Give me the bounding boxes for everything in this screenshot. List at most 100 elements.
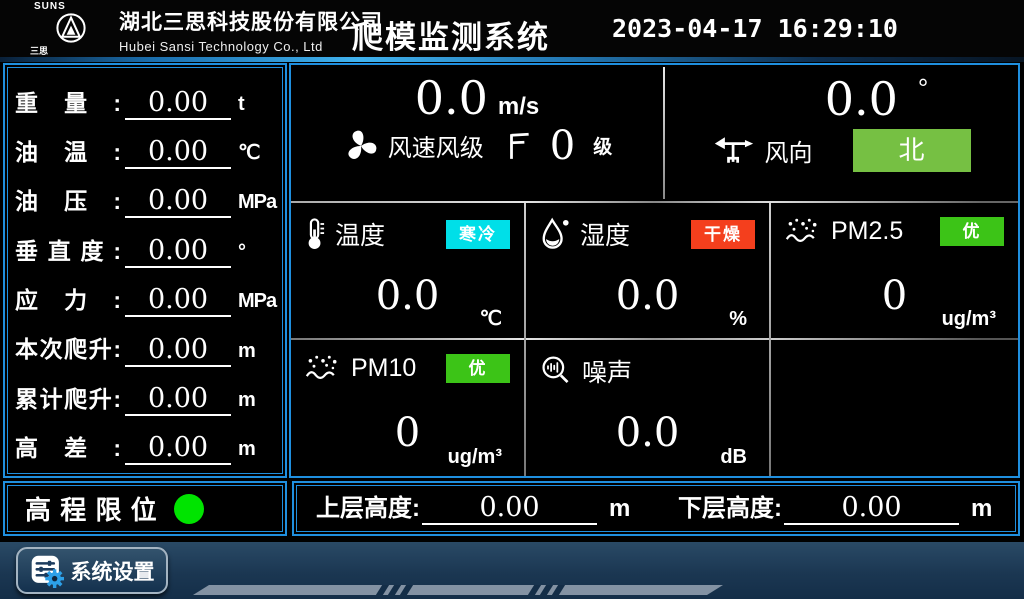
stripe-slash (376, 585, 389, 595)
temperature-label: 温度 (335, 216, 385, 252)
sidebar-row-oil-temp: 油 温 : 0.00 ℃ (15, 125, 273, 169)
wind-compass-badge: 北 (853, 129, 971, 172)
pm10-unit: ug/m³ (448, 446, 502, 469)
wind-speed-reading: 0.0 m/s (291, 73, 663, 124)
company-logo-icon (54, 12, 88, 44)
droplet-icon (540, 217, 570, 251)
upper-height-unit: m (609, 495, 630, 525)
wind-speed-value: 0.0 (415, 71, 488, 125)
humidity-cell: 湿度 干燥 0.0 % (526, 203, 769, 338)
temperature-cell: 温度 寒冷 0.0 ℃ (291, 203, 524, 338)
company-logo: SUNS 三思 (26, 1, 116, 57)
wind-speed-unit: m/s (498, 93, 539, 120)
row-unit: t (231, 93, 273, 120)
temperature-unit: ℃ (480, 306, 502, 331)
pm25-cell: PM2.5 优 0 ug/m³ (771, 203, 1018, 338)
row-label: 高 差 : (15, 436, 121, 465)
pm25-status-badge: 优 (940, 217, 1004, 246)
noise-meter-icon (540, 355, 572, 387)
row-value: 0.00 (125, 136, 231, 169)
noise-unit: dB (720, 446, 747, 469)
empty-cell (771, 340, 1018, 476)
header-divider-line (0, 57, 1024, 62)
pm25-header: PM2.5 优 (785, 216, 1004, 246)
sidebar-row-stress: 应 力 : 0.00 MPa (15, 273, 273, 317)
row-value: 0.00 (125, 284, 231, 317)
humidity-label: 湿度 (580, 216, 630, 252)
temperature-status-badge: 寒冷 (446, 220, 510, 249)
stripe-slash (552, 585, 565, 595)
thermometer-icon (305, 217, 325, 251)
row-label: 垂直度: (15, 239, 121, 268)
wind-direction-unit: ° (918, 73, 928, 103)
header: SUNS 三思 湖北三思科技股份有限公司 Hubei Sansi Technol… (0, 0, 1024, 57)
footer-stripe-decoration (193, 585, 723, 595)
sidebar-row-verticality: 垂直度: 0.00 ° (15, 224, 273, 268)
stripe-slash (400, 585, 413, 595)
layer-height-box: 上层高度: 0.00 m 下层高度: 0.00 m (292, 481, 1020, 536)
elevation-limit-status-indicator (174, 494, 204, 524)
wind-direction-cell: 0.0 ° 风向 北 (665, 65, 1018, 201)
sidebar-row-height-diff: 高 差 : 0.00 m (15, 421, 273, 465)
fan-icon (342, 127, 380, 165)
company-name-cn: 湖北三思科技股份有限公司 (119, 6, 383, 36)
stripe-slash (540, 585, 553, 595)
sidebar-row-current-climb: 本次爬升: 0.00 m (15, 323, 273, 367)
wind-vane-icon (713, 134, 755, 166)
wind-level-flag-icon (506, 131, 532, 161)
temperature-header: 温度 寒冷 (305, 216, 510, 252)
sidebar-row-weight: 重 量 : 0.00 t (15, 76, 273, 120)
lower-height-unit: m (971, 495, 992, 525)
humidity-status-badge: 干燥 (691, 220, 755, 249)
noise-cell: 噪声 0.0 dB (526, 340, 769, 476)
company-name-en: Hubei Sansi Technology Co., Ltd (119, 39, 383, 54)
stripe-slash (388, 585, 401, 595)
row-unit: MPa (231, 191, 273, 218)
humidity-unit: % (729, 308, 747, 331)
monitor-screen: SUNS 三思 湖北三思科技股份有限公司 Hubei Sansi Technol… (0, 0, 1024, 599)
wind-direction-label: 风向 (765, 133, 813, 168)
row-value: 0.00 (125, 185, 231, 218)
wind-level-unit: 级 (593, 132, 612, 159)
system-settings-button[interactable]: 系统设置 (16, 547, 168, 594)
wind-direction-row: 风向 北 (665, 129, 1018, 172)
elevation-limit-box: 高 程 限 位 (3, 481, 287, 536)
upper-height-group: 上层高度: 0.00 m (294, 483, 656, 534)
particles-icon (305, 353, 341, 383)
stripe-slash (528, 585, 541, 595)
humidity-header: 湿度 干燥 (540, 216, 755, 252)
row-unit: ℃ (231, 140, 273, 169)
row-label: 油 压 : (15, 189, 121, 218)
sidebar-row-total-climb: 累计爬升: 0.00 m (15, 372, 273, 416)
row-unit: MPa (231, 290, 273, 317)
row-unit: m (231, 340, 273, 367)
pm25-label: PM2.5 (831, 217, 903, 246)
row-value: 0.00 (125, 334, 231, 367)
wind-speed-label: 风速风级 (388, 128, 484, 163)
row-label: 重 量 : (15, 91, 121, 120)
row-unit: m (231, 389, 273, 416)
elevation-limit-label: 高 程 限 位 (25, 490, 158, 527)
environment-panel: 0.0 m/s 风速风级 (289, 63, 1020, 478)
wind-speed-cell: 0.0 m/s 风速风级 (291, 65, 663, 201)
row-label: 本次爬升: (15, 337, 121, 366)
wind-level-row: 风速风级 0 级 (291, 126, 663, 166)
sensor-sidebar: 重 量 : 0.00 t 油 温 : 0.00 ℃ 油 压 : 0.00 MPa… (3, 63, 287, 478)
row-unit: ° (231, 241, 273, 268)
settings-sliders-gear-icon (30, 554, 64, 588)
lower-height-group: 下层高度: 0.00 m (656, 483, 1018, 534)
logo-sansi-text: 三思 (30, 44, 48, 57)
upper-height-label: 上层高度: (316, 488, 420, 525)
sidebar-row-oil-pressure: 油 压 : 0.00 MPa (15, 174, 273, 218)
pm10-status-badge: 优 (446, 354, 510, 383)
row-unit: m (231, 438, 273, 465)
wind-direction-value: 0.0 (825, 72, 898, 126)
pm10-cell: PM10 优 0 ug/m³ (291, 340, 524, 476)
noise-label: 噪声 (582, 353, 632, 389)
row-label: 累计爬升: (15, 387, 121, 416)
pm10-label: PM10 (351, 354, 416, 383)
particles-icon (785, 216, 821, 246)
settings-button-label: 系统设置 (71, 556, 155, 586)
pm25-unit: ug/m³ (942, 308, 996, 331)
row-label: 应 力 : (15, 288, 121, 317)
